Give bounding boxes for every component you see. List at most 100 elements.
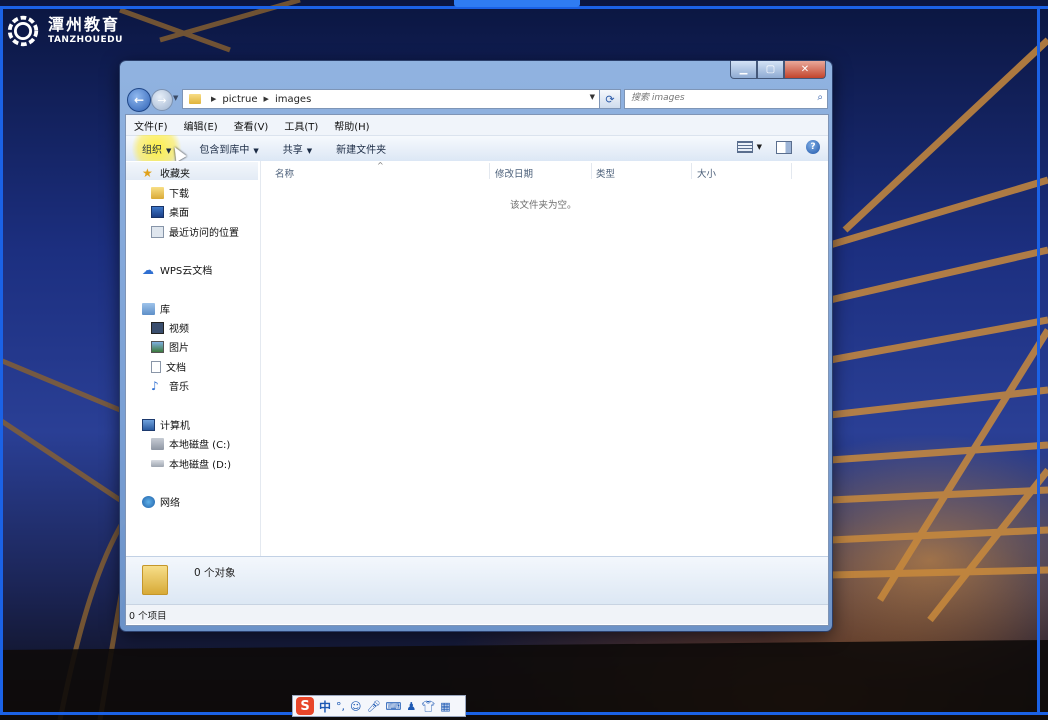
file-list-area[interactable]: ^ 名称 修改日期 类型 大小 该文件夹为空。: [261, 161, 828, 556]
nav-pictures-label: 图片: [169, 343, 189, 354]
nav-libraries[interactable]: 库: [142, 301, 170, 316]
breadcrumb-pictrue[interactable]: pictrue: [222, 94, 257, 105]
menu-edit[interactable]: 编辑(E): [176, 118, 226, 133]
punctuation-icon[interactable]: °,: [336, 700, 345, 713]
microphone-icon[interactable]: 🎤︎: [366, 700, 380, 713]
top-tab[interactable]: [454, 0, 580, 7]
explorer-client: 文件(F) 编辑(E) 查看(V) 工具(T) 帮助(H) 组织 ▼ 包含到库中 ▼…: [125, 114, 829, 626]
nav-music[interactable]: ♪ 音乐: [151, 378, 189, 394]
empty-folder-message: 该文件夹为空。: [510, 200, 577, 211]
user-icon[interactable]: ♟: [406, 700, 416, 713]
nav-network[interactable]: 网络: [142, 494, 180, 509]
disk-icon: [151, 460, 164, 467]
nav-favorites[interactable]: ★ 收藏夹: [142, 165, 190, 181]
column-header-name[interactable]: 名称: [275, 166, 294, 180]
menu-tools[interactable]: 工具(T): [276, 118, 326, 133]
breadcrumb-images[interactable]: images: [275, 94, 311, 105]
download-folder-icon: [151, 186, 164, 199]
folder-icon: [189, 94, 201, 104]
nav-wps-cloud[interactable]: ☁ WPS云文档: [142, 262, 213, 278]
frame-right: [1037, 6, 1040, 715]
emoji-icon[interactable]: ☺: [350, 700, 361, 713]
ime-mode-toggle[interactable]: 中: [319, 698, 331, 715]
nav-recent-label: 最近访问的位置: [169, 228, 239, 239]
preview-pane-icon[interactable]: [776, 140, 792, 154]
nav-downloads[interactable]: 下载: [151, 185, 189, 200]
menu-bar: 文件(F) 编辑(E) 查看(V) 工具(T) 帮助(H): [126, 115, 828, 136]
forward-button[interactable]: →: [151, 89, 173, 111]
column-divider[interactable]: [791, 163, 792, 179]
include-in-library-button[interactable]: 包含到库中 ▼: [187, 141, 270, 156]
nav-pictures[interactable]: 图片: [151, 339, 189, 354]
column-header-type[interactable]: 类型: [596, 166, 615, 180]
ime-toolbar: S 中 °, ☺ 🎤︎ ⌨ ♟ 👕︎ ▦: [292, 695, 466, 717]
menu-help[interactable]: 帮助(H): [326, 118, 377, 133]
gear-logo-icon: [7, 15, 39, 47]
navigation-pane: ★ 收藏夹 下载 桌面 最近访问的位置 ☁ WPS云文档 库 视频 图片 文档 …: [126, 161, 261, 556]
column-divider[interactable]: [489, 163, 490, 179]
maximize-button[interactable]: ▢: [757, 61, 784, 79]
star-icon: ★: [142, 165, 153, 180]
logo-name-cn: 潭州教育: [48, 15, 121, 34]
refresh-button[interactable]: ⟳: [599, 89, 621, 109]
command-bar: 组织 ▼ 包含到库中 ▼ 共享 ▼ 新建文件夹 ▼ ?: [126, 135, 828, 163]
skin-icon[interactable]: 👕︎: [421, 700, 435, 713]
column-divider[interactable]: [691, 163, 692, 179]
column-header-size[interactable]: 大小: [697, 166, 716, 180]
desktop-icon: [151, 205, 164, 218]
nav-documents-label: 文档: [166, 363, 186, 374]
nav-libraries-label: 库: [160, 305, 170, 316]
search-icon[interactable]: ⌕: [817, 92, 823, 103]
explorer-window: ▁ ▢ ✕ ← → ▼ ▶ pictrue ▶ images ▼ ⟳ ⌕ 文件(…: [120, 61, 832, 631]
organize-label: 组织: [142, 145, 162, 156]
column-divider[interactable]: [591, 163, 592, 179]
recent-pages-dropdown[interactable]: ▼: [173, 94, 178, 102]
nav-wps-cloud-label: WPS云文档: [160, 266, 213, 277]
sogou-logo-icon[interactable]: S: [296, 697, 314, 715]
nav-computer[interactable]: 计算机: [142, 417, 190, 432]
nav-computer-label: 计算机: [160, 421, 190, 432]
pictures-icon: [151, 340, 164, 353]
chevron-right-icon: ▶: [211, 95, 217, 103]
change-view-button[interactable]: ▼: [736, 141, 762, 153]
nav-videos[interactable]: 视频: [151, 320, 189, 335]
library-icon: [142, 302, 155, 315]
nav-videos-label: 视频: [169, 324, 189, 335]
network-icon: [142, 495, 155, 508]
keyboard-icon[interactable]: ⌨: [385, 700, 401, 713]
close-button[interactable]: ✕: [784, 61, 826, 79]
menu-view[interactable]: 查看(V): [226, 118, 277, 133]
status-bar: 0 个项目: [126, 604, 828, 624]
brand-logo: 潭州教育 TANZHOUEDU: [4, 12, 123, 50]
search-box[interactable]: ⌕: [624, 89, 828, 109]
chevron-down-icon: ▼: [253, 147, 259, 155]
nav-disk-d-label: 本地磁盘 (D:): [169, 460, 232, 471]
caption-buttons: ▁ ▢ ✕: [730, 61, 826, 79]
cloud-icon: ☁: [142, 262, 154, 277]
toolbox-icon[interactable]: ▦: [440, 700, 450, 713]
minimize-button[interactable]: ▁: [730, 61, 757, 79]
frame-bottom: [0, 712, 1048, 715]
nav-disk-d[interactable]: 本地磁盘 (D:): [151, 456, 231, 471]
column-header-modified[interactable]: 修改日期: [495, 166, 533, 180]
help-icon[interactable]: ?: [806, 140, 820, 154]
nav-recent[interactable]: 最近访问的位置: [151, 224, 239, 239]
share-button[interactable]: 共享 ▼: [271, 141, 324, 156]
chevron-down-icon: ▼: [306, 147, 313, 155]
frame-left: [0, 6, 3, 715]
nav-desktop-label: 桌面: [169, 208, 189, 219]
nav-network-label: 网络: [160, 498, 180, 509]
music-icon: ♪: [151, 378, 159, 393]
address-dropdown-icon[interactable]: ▼: [590, 93, 595, 101]
item-count: 0 个项目: [129, 610, 167, 622]
nav-downloads-label: 下载: [169, 189, 189, 200]
nav-documents[interactable]: 文档: [151, 359, 186, 374]
address-bar[interactable]: ▶ pictrue ▶ images ▼: [182, 89, 600, 109]
menu-file[interactable]: 文件(F): [126, 118, 176, 133]
nav-desktop[interactable]: 桌面: [151, 204, 189, 219]
new-folder-button[interactable]: 新建文件夹: [324, 141, 398, 156]
chevron-down-icon: ▼: [756, 143, 762, 151]
back-button[interactable]: ←: [127, 88, 151, 112]
nav-disk-c[interactable]: 本地磁盘 (C:): [151, 436, 230, 451]
search-input[interactable]: [625, 90, 801, 106]
